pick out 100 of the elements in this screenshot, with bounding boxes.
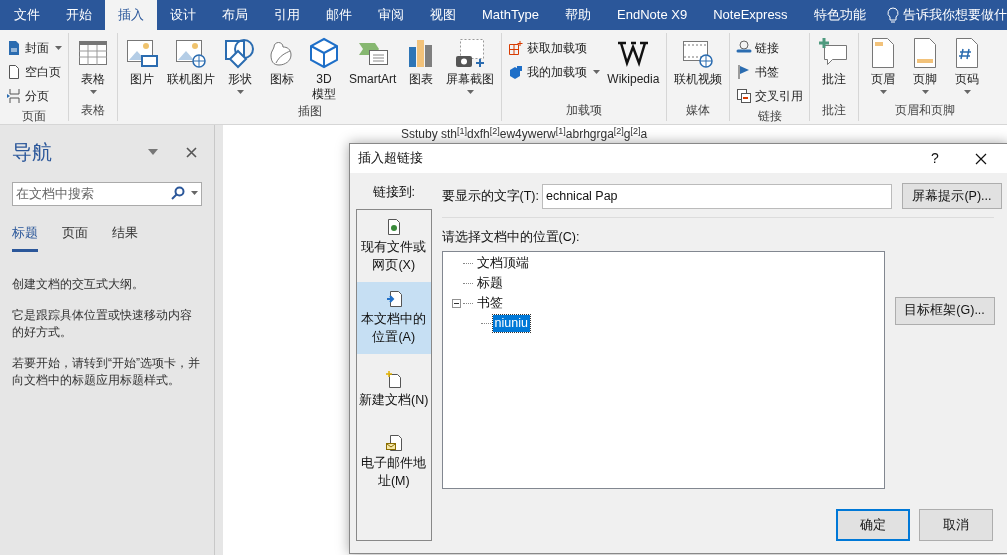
group-label: 页面 xyxy=(21,108,47,125)
close-icon[interactable] xyxy=(186,146,197,158)
ribbon-command[interactable]: 联机视频 xyxy=(671,37,726,87)
link-target-item[interactable]: 新建文档(N) xyxy=(357,354,431,426)
group-label: 批注 xyxy=(821,102,848,119)
tree-item[interactable]: 文档顶端 xyxy=(474,255,531,273)
display-text-label: 要显示的文字(T): xyxy=(441,187,539,205)
shapes-icon xyxy=(224,37,256,69)
pane-tab[interactable]: 页面 xyxy=(62,224,88,252)
ribbon-tab[interactable]: 开始 xyxy=(53,0,105,30)
caret-icon xyxy=(921,90,929,94)
search-icon[interactable] xyxy=(171,186,185,200)
ribbon-command[interactable]: 图片 xyxy=(122,37,162,87)
lightbulb-icon xyxy=(886,7,899,23)
caret-icon xyxy=(593,70,601,74)
location-label: 请选择文档中的位置(C): xyxy=(441,229,581,246)
ribbon-tab[interactable]: 帮助 xyxy=(552,0,605,30)
ribbon-command[interactable]: 表格 xyxy=(73,37,113,94)
ribbon-command[interactable]: 分页 xyxy=(4,85,64,107)
ribbon-tab[interactable]: MathType xyxy=(469,0,553,30)
help-button[interactable]: ? xyxy=(912,144,958,173)
ribbon-command[interactable]: 获取加载项 xyxy=(506,37,603,59)
ribbon-command[interactable]: 图标 xyxy=(262,37,302,87)
target-frame-button[interactable]: 目标框架(G)... xyxy=(894,296,995,325)
link-target-item[interactable]: 现有文件或网页(X) xyxy=(357,210,431,282)
new-document-icon xyxy=(385,371,402,389)
ribbon-command[interactable]: Wikipedia xyxy=(604,37,663,87)
dropdown-caret-icon[interactable] xyxy=(148,149,158,155)
ribbon-command[interactable]: 书签 xyxy=(734,61,806,83)
ribbon-tab[interactable]: 引用 xyxy=(261,0,313,30)
ribbon-command[interactable]: 页眉 xyxy=(863,37,904,94)
ribbon-command[interactable]: 页脚 xyxy=(905,37,946,94)
add-in-grid-icon xyxy=(508,40,525,56)
ribbon-tab[interactable]: 邮件 xyxy=(313,0,365,30)
ribbon-tab[interactable]: 视图 xyxy=(417,0,469,30)
ok-button[interactable]: 确定 xyxy=(836,509,910,541)
screenshot-icon xyxy=(454,37,487,69)
group-label: 页眉和页脚 xyxy=(894,102,957,119)
caret-icon xyxy=(89,90,97,94)
cube-icon xyxy=(508,64,525,80)
group-label: 插图 xyxy=(296,103,323,120)
ribbon-tab[interactable]: 文件 xyxy=(1,0,53,30)
caret-icon xyxy=(466,90,474,94)
ribbon-command[interactable]: 3D 模型 xyxy=(304,37,344,102)
cross-reference-icon xyxy=(736,88,753,104)
tree-item[interactable]: niuniu xyxy=(492,315,530,333)
ribbon-command[interactable]: 交叉引用 xyxy=(734,85,806,107)
link-target-item[interactable]: 本文档中的位置(A) xyxy=(357,282,431,354)
help-text: 若要开始，请转到“开始”选项卡，并向文档中的标题应用标题样式。 xyxy=(12,354,201,389)
pane-tab[interactable]: 标题 xyxy=(12,224,38,252)
group-label: 媒体 xyxy=(685,102,712,119)
screen-tip-button[interactable]: 屏幕提示(P)... xyxy=(902,183,1002,209)
tree-item[interactable]: 标题 xyxy=(474,275,505,293)
group-label: 链接 xyxy=(756,108,783,125)
cover-page-icon xyxy=(6,40,22,56)
ribbon-command[interactable]: 空白页 xyxy=(4,61,64,83)
document-arrow-icon xyxy=(385,290,402,308)
ribbon-command[interactable]: 我的加载项 xyxy=(506,61,603,83)
caret-icon xyxy=(191,191,198,195)
ribbon-command[interactable]: 图表 xyxy=(401,37,442,87)
help-text: 它是跟踪具体位置或快速移动内容的好方式。 xyxy=(12,306,193,341)
display-text-field[interactable]: echnical Pap xyxy=(542,183,892,209)
cube-icon xyxy=(308,37,340,69)
ribbon-tab[interactable]: 设计 xyxy=(157,0,209,30)
ribbon-command[interactable]: 联机图片 xyxy=(164,37,218,87)
ribbon-command[interactable]: 链接 xyxy=(734,37,806,59)
collapse-icon[interactable] xyxy=(451,299,461,309)
tree-item[interactable]: 书签 xyxy=(474,295,505,313)
ribbon-tab[interactable]: 审阅 xyxy=(365,0,417,30)
online-picture-icon xyxy=(175,37,207,69)
caret-icon xyxy=(236,90,244,94)
ribbon-command[interactable]: 屏幕截图 xyxy=(443,37,498,94)
ribbon-tab[interactable]: 特色功能 xyxy=(800,0,879,30)
ribbon-command[interactable]: 形状 xyxy=(220,37,260,94)
caret-icon xyxy=(879,90,887,94)
caret-icon xyxy=(963,90,971,94)
ribbon-tab[interactable]: NoteExpress xyxy=(700,0,801,30)
group-label: 加载项 xyxy=(565,102,604,119)
help-text: 创建文档的交互式大纲。 xyxy=(12,275,145,293)
ribbon-command[interactable]: 批注 xyxy=(814,37,855,87)
close-icon xyxy=(975,152,987,165)
link-target-item[interactable]: 电子邮件地址(M) xyxy=(357,426,431,498)
document-globe-icon xyxy=(385,218,402,236)
link-to-label: 链接到: xyxy=(371,184,416,201)
ribbon-tab[interactable]: 插入 xyxy=(105,0,157,30)
ribbon-command[interactable]: 页码 xyxy=(947,37,988,94)
tell-me-field[interactable]: 告诉我你想要做什 xyxy=(902,5,1007,25)
document-envelope-icon xyxy=(385,434,402,452)
ribbon-tab[interactable]: 布局 xyxy=(209,0,261,30)
picture-icon xyxy=(126,37,158,69)
dialog-title: 插入超链接 xyxy=(358,150,424,168)
pane-title: 导航 xyxy=(12,140,52,165)
search-field[interactable]: 在文档中搜索 xyxy=(12,182,202,206)
cancel-button[interactable]: 取消 xyxy=(919,509,993,541)
ribbon-command[interactable]: 封面 xyxy=(4,37,64,59)
ribbon-tab[interactable]: EndNote X9 xyxy=(604,0,701,30)
caret-icon xyxy=(55,46,62,50)
group-label: 表格 xyxy=(80,102,106,119)
pane-tab[interactable]: 结果 xyxy=(112,224,138,252)
ribbon-command[interactable]: SmartArt xyxy=(346,37,400,87)
